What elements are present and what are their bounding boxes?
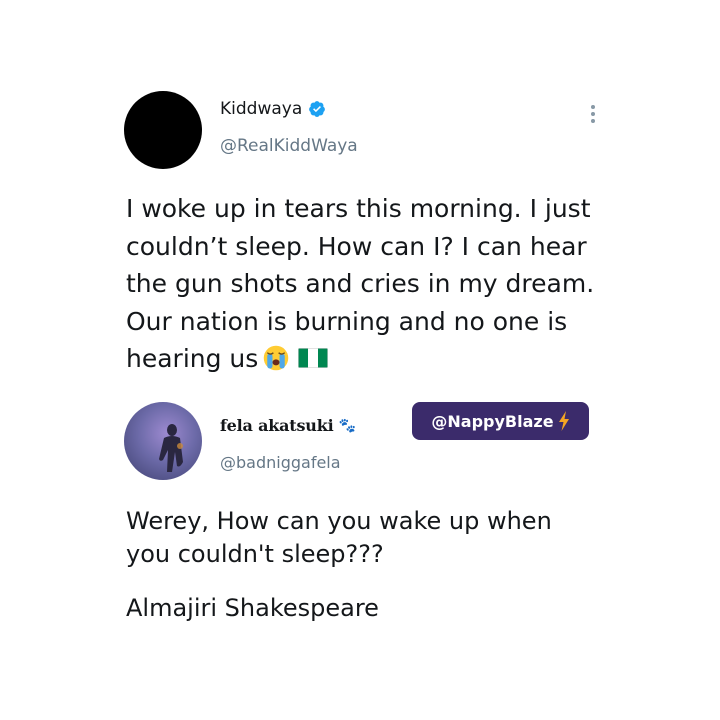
tweet-text: I woke up in tears this morning. I just … (126, 190, 616, 378)
verified-badge-icon (309, 101, 326, 117)
watermark-badge: @NappyBlaze (412, 402, 589, 440)
tweet-text-line: the gun shots and cries in my dream. (126, 269, 595, 298)
avatar[interactable] (124, 91, 202, 169)
lightning-bolt-icon (558, 411, 569, 431)
reply-text-line: Werey, How can you wake up when (126, 507, 552, 535)
reply-text-line: you couldn't sleep??? (126, 540, 384, 568)
tweet-text-line: I woke up in tears this morning. I just (126, 194, 591, 223)
loudly-crying-face-icon (264, 345, 289, 371)
avatar[interactable] (124, 402, 202, 480)
author-name-text: Kiddwaya (220, 99, 303, 119)
tweet-text-line: Our nation is burning and no one is (126, 306, 568, 336)
more-options-icon[interactable] (586, 103, 600, 127)
author-handle[interactable]: @RealKiddWaya (220, 136, 358, 156)
tweet-text-line: hearing us (126, 344, 259, 373)
reply-author-name-text: fela akatsuki (220, 416, 334, 435)
reply-signoff: Almajiri Shakespeare (126, 594, 379, 622)
paw-prints-icon: 🐾 (338, 417, 356, 434)
reply-author-name[interactable]: fela akatsuki 🐾 (220, 416, 356, 435)
nigeria-flag-icon (298, 348, 329, 368)
tweet-text-line: couldn’t sleep. How can I? I can hear (126, 231, 587, 261)
tweet-header: Kiddwaya @RealKiddWaya (124, 91, 604, 171)
reply-text: Werey, How can you wake up when you coul… (126, 505, 606, 571)
tweet-text-last-line: hearing us (126, 340, 616, 378)
silhouette-figure-icon (159, 424, 183, 472)
author-name[interactable]: Kiddwaya (220, 99, 326, 119)
reply-author-handle[interactable]: @badniggafela (220, 453, 341, 472)
reply-header: fela akatsuki 🐾 @badniggafela @NappyBlaz… (124, 402, 594, 482)
watermark-label: @NappyBlaze (431, 411, 554, 431)
